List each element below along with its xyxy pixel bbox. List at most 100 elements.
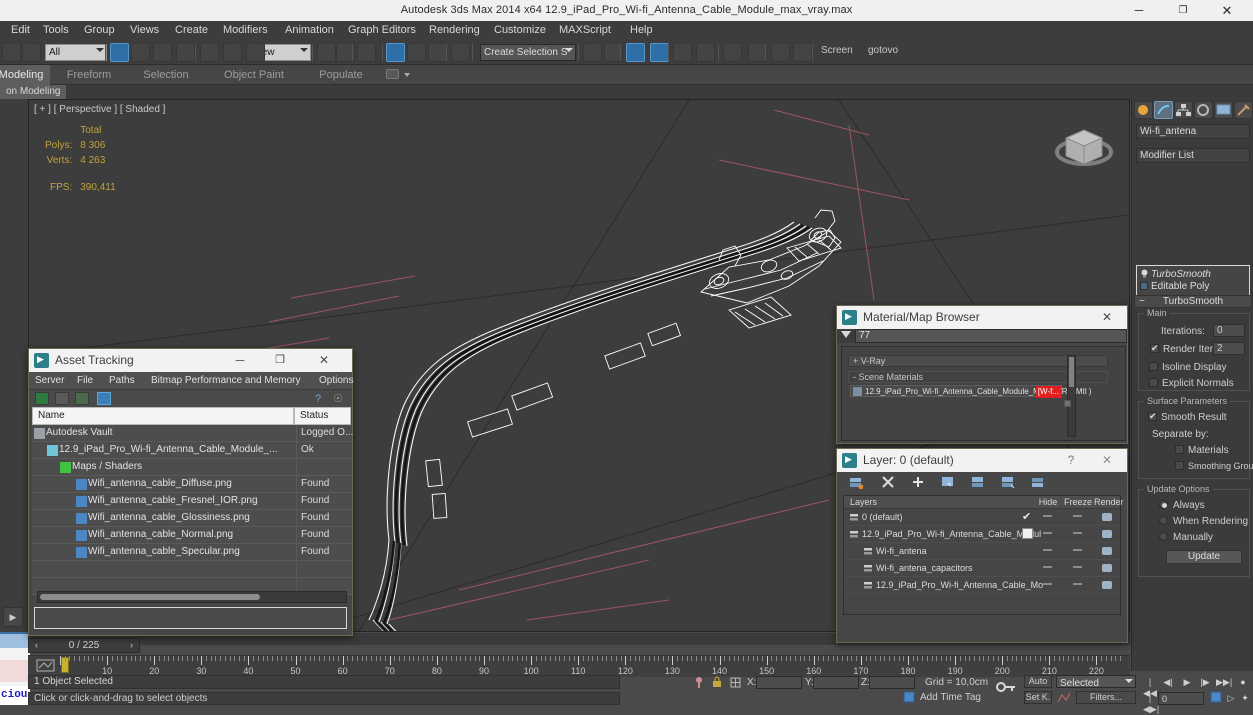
asset-menu-server[interactable]: Server [35,372,64,390]
hide-toggle[interactable] [1043,515,1052,517]
display-tab[interactable] [1214,101,1233,119]
render-column-header[interactable]: Render [1094,496,1120,509]
layer-current-checkbox[interactable] [1022,528,1033,539]
asset-status-column-header[interactable]: Status [294,407,351,425]
object-name-field[interactable]: Wi-fi_antena [1136,124,1250,139]
about-icon[interactable]: ☉ [331,392,345,405]
material-browser-close[interactable]: ✕ [1091,306,1123,329]
menu-item-graph-editors[interactable]: Graph Editors [341,21,423,40]
freeze-toggle[interactable] [1073,532,1082,534]
asset-menu-paths[interactable]: Paths [109,372,135,390]
menu-item-group[interactable]: Group [77,21,122,40]
layers-column-header[interactable]: Layers [844,496,1034,509]
layer-row[interactable]: 0 (default)✔ [844,509,1120,526]
next-frame-button[interactable]: |▶ [1198,677,1212,688]
angle-snap-icon[interactable] [386,43,405,62]
render-iters-spinner[interactable]: 2 [1213,342,1245,355]
asset-tracking-status-field[interactable] [34,607,347,629]
iterations-spinner[interactable]: 0 [1213,324,1245,337]
use-pivot-point-center-icon[interactable] [317,43,336,62]
asset-menu-options[interactable]: Options [319,372,353,390]
freeze-toggle[interactable] [1073,566,1082,568]
key-mode-toggle2-icon[interactable] [1210,691,1223,704]
maximize-button[interactable]: ❐ [1161,0,1205,21]
rollout-collapse-icon[interactable]: − [1139,296,1145,308]
select-object-icon[interactable] [110,43,129,62]
scrollbar-thumb[interactable] [1069,357,1074,387]
menu-item-edit[interactable]: Edit [4,21,37,40]
utilities-tab[interactable] [1234,101,1253,119]
material-search-input[interactable]: 77 [855,329,1127,343]
key-mode-toggle-icon[interactable] [994,676,1018,698]
layer-row[interactable]: Wi-fi_antena_capacitors [844,560,1120,577]
smooth-result-checkbox[interactable] [1148,412,1157,421]
filters-button[interactable]: Filters... [1076,691,1136,704]
ribbon-tab-object-paint[interactable]: Object Paint [216,65,292,85]
expand-icon[interactable] [1140,282,1148,290]
edit-named-selection-icon[interactable] [451,43,470,62]
ribbon-expand-button[interactable]: ▶ [3,607,23,627]
render-production-icon[interactable] [793,43,812,62]
redo-icon[interactable] [22,43,41,62]
goto-end-button[interactable]: ▶▶| [1216,677,1230,688]
asset-menu-file[interactable]: File [77,372,93,390]
when-rendering-radio[interactable] [1159,516,1168,525]
current-frame-field[interactable]: 0 [1158,692,1204,705]
modify-tab[interactable] [1154,101,1173,119]
asset-row[interactable]: Autodesk VaultLogged O... [32,425,352,442]
open-mini-curve-editor-icon[interactable] [34,657,58,675]
goto-start-button[interactable]: |◀◀ [1143,677,1157,688]
layer-dialog-close[interactable]: ✕ [1091,449,1123,472]
selection-filter-combo[interactable]: All [45,44,107,61]
render-toggle[interactable] [1102,547,1112,555]
render-toggle[interactable] [1102,564,1112,572]
asset-name-column-header[interactable]: Name [32,407,294,425]
asset-row[interactable]: Wifi_antenna_cable_Diffuse.pngFound [32,476,352,493]
rectangular-selection-region-icon[interactable] [153,43,172,62]
hide-unhide-layer-icon[interactable] [1031,475,1045,489]
menu-item-animation[interactable]: Animation [278,21,341,40]
help-icon[interactable]: ? [311,392,325,405]
layer-row[interactable]: Wi-fi_antena [844,543,1120,560]
x-field[interactable] [756,676,802,689]
menu-item-modifiers[interactable]: Modifiers [216,21,275,40]
asset-row[interactable]: 12.9_iPad_Pro_Wi-fi_Antenna_Cable_Module… [32,442,352,459]
asset-row[interactable]: Maps / Shaders [32,459,352,476]
add-time-tag-label[interactable]: Add Time Tag [920,692,981,703]
layer-dialog-help[interactable]: ? [1055,449,1087,472]
select-highlighted-objects-icon[interactable] [971,475,985,489]
select-and-move-icon[interactable] [200,43,219,62]
explicit-normals-checkbox[interactable] [1149,378,1158,387]
modifier-list-dropdown[interactable]: Modifier List [1136,148,1250,163]
turbosmooth-rollout-header[interactable]: TurboSmooth − [1134,295,1252,308]
chevron-down-icon[interactable] [404,73,410,77]
ribbon-tab-populate[interactable]: Populate [312,65,370,85]
hide-toggle[interactable] [1043,549,1052,551]
asset-menu-bitmap-performance-and-memory[interactable]: Bitmap Performance and Memory [151,372,301,390]
asset-tracking-minimize[interactable]: ─ [224,349,256,372]
play-button[interactable]: ▶ [1180,677,1194,688]
layer-row[interactable]: 12.9_iPad_Pro_Wi-fi_Antenna_Cable_Modul [844,526,1120,543]
curve-editor-icon[interactable] [673,43,692,62]
percent-snap-icon[interactable] [407,43,426,62]
asset-row[interactable] [32,561,352,578]
hide-toggle[interactable] [1043,566,1052,568]
ribbon-display-mode-icon[interactable] [386,69,399,79]
next-frame-arrow-icon[interactable]: › [126,640,137,651]
schematic-view-icon[interactable] [696,43,715,62]
select-and-scale-icon[interactable] [246,43,265,62]
scrollbar-thumb[interactable] [40,594,260,600]
scene-material-row[interactable]: 12.9_iPad_Pro_Wi-fi_Antenna_Cable_Module… [850,385,1062,397]
spinner-snap-icon[interactable] [428,43,447,62]
snaps-toggle-icon[interactable] [357,43,376,62]
pan-view-button[interactable]: ▷ [1224,693,1238,704]
window-crossing-icon[interactable] [176,43,195,62]
mirror-icon[interactable] [583,43,602,62]
add-selection-to-layer-icon[interactable] [911,475,925,489]
update-button[interactable]: Update [1166,550,1242,564]
create-tab[interactable] [1134,101,1153,119]
freeze-toggle[interactable] [1073,583,1082,585]
key-step-button[interactable]: |◀▶| [1143,693,1157,704]
select-and-rotate-icon[interactable] [223,43,242,62]
ribbon-tab-freeform[interactable]: Freeform [58,65,120,85]
